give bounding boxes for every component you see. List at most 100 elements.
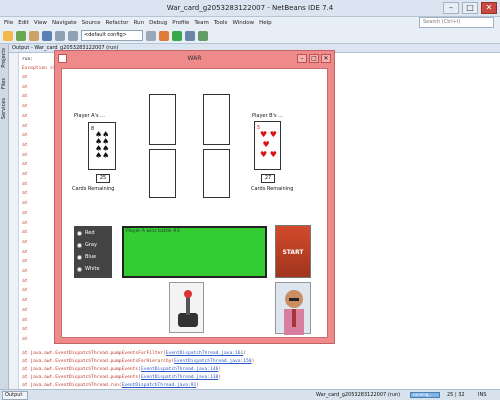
menu-refactor[interactable]: Refactor — [106, 20, 129, 26]
player-a-count: 25 — [96, 174, 110, 183]
run-icon[interactable] — [172, 30, 182, 41]
output-line-frame: at — [22, 318, 28, 323]
battle-card-slot-2 — [203, 94, 230, 145]
output-text: at — [22, 259, 28, 265]
radio-red[interactable]: Red — [77, 230, 95, 236]
player-b-count: 27 — [261, 174, 275, 183]
output-line-frame: at — [22, 191, 28, 196]
output-text: at — [22, 133, 28, 139]
status-caret-position: 25 | 32 — [447, 392, 465, 398]
output-line-frame: at — [22, 288, 28, 293]
menu-source[interactable]: Source — [82, 20, 101, 26]
output-line-frame: at — [22, 85, 28, 90]
output-link[interactable]: EventDispatchThread.java:161 — [166, 351, 243, 356]
output-text: at — [22, 162, 28, 168]
search-input[interactable]: Search (Ctrl+I) — [419, 17, 494, 28]
output-link[interactable]: EventDispatchThread.java:146 — [141, 367, 218, 372]
debug-icon[interactable] — [185, 30, 195, 41]
undo-icon[interactable] — [55, 30, 65, 41]
menu-help[interactable]: Help — [259, 20, 272, 26]
output-line-frame: at — [22, 133, 28, 138]
menu-tools[interactable]: Tools — [214, 20, 228, 26]
new-project-icon[interactable] — [3, 30, 13, 41]
war-window-controls: – □ ✕ — [297, 54, 331, 63]
output-text: at — [22, 123, 28, 129]
menu-view[interactable]: View — [34, 20, 47, 26]
output-text: ) — [218, 367, 222, 372]
toolbar: <default config> — [0, 28, 500, 44]
output-text: at — [22, 94, 28, 100]
output-text: at — [22, 152, 28, 158]
output-gutter — [9, 53, 19, 389]
menu-debug[interactable]: Debug — [149, 20, 167, 26]
output-text: at java.awt.EventDispatchThread.pumpEven… — [22, 375, 141, 380]
output-line-frame: at — [22, 337, 28, 342]
config-select[interactable]: <default config> — [81, 30, 143, 41]
tab-projects[interactable]: Projects — [1, 48, 7, 68]
output-text: at — [22, 191, 28, 197]
output-line-2: at java.awt.EventDispatchThread.pumpEven… — [22, 359, 254, 364]
radio-gray[interactable]: Gray — [77, 242, 97, 248]
output-line-frame: at — [22, 240, 28, 245]
output-link[interactable]: EventDispatchThread.java:138 — [141, 375, 218, 380]
war-close-button[interactable]: ✕ — [321, 54, 331, 63]
menu-navigate[interactable]: Navigate — [52, 20, 77, 26]
color-radio-group: Red Gray Blue White — [74, 226, 112, 278]
output-line-frame: at — [22, 172, 28, 177]
output-text: at — [22, 317, 28, 323]
output-text: at — [22, 269, 28, 274]
output-text: at — [22, 84, 28, 90]
radio-circle-icon — [77, 254, 82, 260]
output-tab[interactable]: Output — [2, 391, 28, 400]
output-text: at — [22, 113, 28, 119]
output-line-frame: at — [22, 250, 28, 255]
output-text: at — [22, 336, 28, 342]
output-link[interactable]: EventDispatchThread.java:150 — [174, 359, 251, 364]
window-controls: – □ ✕ — [443, 2, 497, 14]
tab-services[interactable]: Services — [1, 98, 7, 119]
menu-profile[interactable]: Profile — [172, 20, 189, 26]
clean-build-icon[interactable] — [159, 30, 169, 41]
war-minimize-button[interactable]: – — [297, 54, 307, 63]
output-line-5: at java.awt.EventDispatchThread.run(Even… — [22, 383, 199, 388]
build-icon[interactable] — [146, 30, 156, 41]
menu-edit[interactable]: Edit — [18, 20, 29, 26]
output-line-frame: at — [22, 269, 28, 274]
open-project-icon[interactable] — [29, 30, 39, 41]
save-icon[interactable] — [42, 30, 52, 41]
profile-icon[interactable] — [198, 30, 208, 41]
output-link[interactable]: EventDispatchThread.java:91 — [122, 383, 197, 388]
output-text: at — [22, 104, 28, 110]
tab-files[interactable]: Files — [1, 78, 7, 89]
minimize-button[interactable]: – — [443, 2, 459, 14]
output-text: at java.awt.EventDispatchThread.pumpEven… — [22, 367, 141, 372]
java-app-icon — [58, 54, 67, 63]
output-line-frame: at — [22, 308, 28, 313]
output-line-frame: at — [22, 259, 28, 264]
redo-icon[interactable] — [68, 30, 78, 41]
menu-window[interactable]: Window — [232, 20, 254, 26]
output-text: at — [22, 239, 28, 245]
output-line-1: at java.awt.EventDispatchThread.pumpEven… — [22, 351, 246, 356]
output-text: ) — [218, 375, 222, 380]
ide-title-bar: War_card_g2053283122007 - NetBeans IDE 7… — [0, 0, 500, 17]
output-line-frame: at — [22, 143, 28, 148]
heart-pips-icon: ♥ ♥ ♥ ♥ ♥ — [260, 130, 277, 159]
maximize-button[interactable]: □ — [462, 2, 478, 14]
output-line-frame: at — [22, 221, 28, 226]
menu-team[interactable]: Team — [194, 20, 209, 26]
war-maximize-button[interactable]: □ — [309, 54, 319, 63]
radio-blue[interactable]: Blue — [77, 254, 96, 260]
start-game-button[interactable]: START GAME — [275, 225, 311, 309]
close-button[interactable]: ✕ — [481, 2, 497, 14]
output-text: ) — [243, 351, 247, 356]
output-text: at — [22, 278, 28, 284]
ide-title: War_card_g2053283122007 - NetBeans IDE 7… — [166, 4, 334, 12]
output-text: at java.awt.EventDispatchThread.run( — [22, 383, 122, 388]
menu-run[interactable]: Run — [134, 20, 145, 26]
output-text: at — [22, 181, 28, 187]
radio-white[interactable]: White — [77, 266, 100, 272]
new-file-icon[interactable] — [16, 30, 26, 41]
menu-file[interactable]: File — [4, 20, 13, 26]
output-text: ) — [196, 383, 200, 388]
